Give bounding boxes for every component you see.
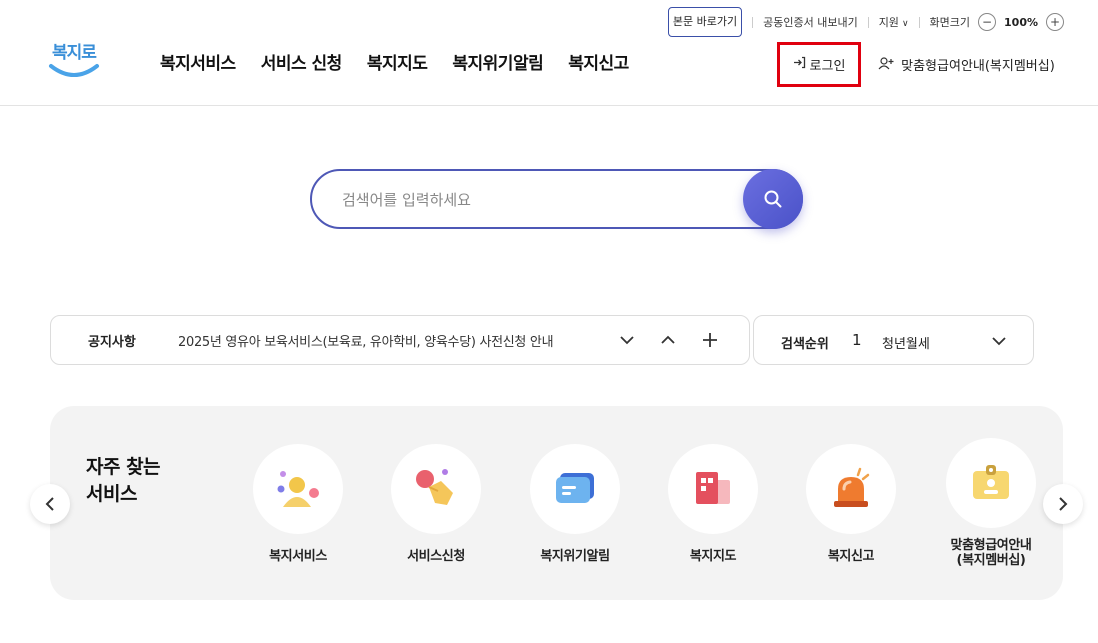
service-label: 복지서비스 <box>269 549 327 564</box>
add-user-icon <box>878 57 898 74</box>
search-button[interactable] <box>743 169 803 229</box>
nav-service-apply[interactable]: 서비스 신청 <box>261 49 343 74</box>
cert-export-link[interactable]: 공동인증서 내보내기 <box>763 14 858 30</box>
rank-number: 1 <box>852 331 862 349</box>
service-item-crisis-alert[interactable]: 복지위기알림 <box>515 444 635 564</box>
search-rank-bar: 검색순위 1 청년월세 <box>753 315 1034 365</box>
carousel-prev-button[interactable] <box>30 484 70 524</box>
skip-to-content-link[interactable]: 본문 바로가기 <box>667 7 743 37</box>
service-item-welfare[interactable]: 복지서비스 <box>238 444 358 564</box>
membership-link[interactable]: 맞춤형급여안내(복지멤버십) <box>878 55 1055 74</box>
rank-keyword[interactable]: 청년월세 <box>882 333 930 352</box>
chevron-down-icon <box>620 336 634 345</box>
zoom-in-button[interactable]: + <box>1046 13 1064 31</box>
chevron-left-icon <box>45 497 54 511</box>
utility-bar: 본문 바로가기 공동인증서 내보내기 지원 ∨ 화면크기 − 100% + <box>667 7 1064 37</box>
hand-icon <box>391 444 481 534</box>
notice-text[interactable]: 2025년 영유아 보육서비스(보육료, 유아학비, 양육수당) 사전신청 안내 <box>178 331 554 350</box>
title-line-2: 서비스 <box>86 483 137 505</box>
badge-icon <box>946 438 1036 528</box>
frequent-services-panel: 자주 찾는 서비스 복지서비스 서비스신청 복지위기알림 복지지도 복지신고 맞… <box>50 406 1063 600</box>
nav-welfare-service[interactable]: 복지서비스 <box>160 49 236 74</box>
search-box <box>310 169 803 229</box>
notice-more-button[interactable] <box>700 330 720 350</box>
rank-label: 검색순위 <box>781 337 829 352</box>
support-label: 지원 <box>878 16 899 29</box>
rank-expand-button[interactable] <box>991 331 1011 351</box>
service-item-map[interactable]: 복지지도 <box>653 444 773 564</box>
frequent-services-title: 자주 찾는 서비스 <box>86 454 161 508</box>
search-icon <box>764 190 782 208</box>
membership-label: 맞춤형급여안내(복지멤버십) <box>901 59 1055 74</box>
service-label: 복지지도 <box>689 549 737 564</box>
chevron-down-icon: ∨ <box>901 19 909 29</box>
service-label: 맞춤형급여안내 (복지멤버십) <box>950 538 1032 568</box>
site-logo[interactable]: 복지로 <box>48 38 100 82</box>
support-dropdown[interactable]: 지원 ∨ <box>879 14 909 30</box>
notice-prev-button[interactable] <box>658 330 678 350</box>
map-icon <box>668 444 758 534</box>
nav-welfare-report[interactable]: 복지신고 <box>568 49 629 74</box>
service-label: 복지신고 <box>827 549 875 564</box>
divider <box>867 16 869 28</box>
notice-bar: 공지사항 2025년 영유아 보육서비스(보육료, 유아학비, 양육수당) 사전… <box>50 315 750 365</box>
message-icon <box>530 444 620 534</box>
service-item-report[interactable]: 복지신고 <box>791 444 911 564</box>
login-label: 로그인 <box>809 59 846 74</box>
carousel-next-button[interactable] <box>1043 484 1083 524</box>
chevron-right-icon <box>1059 497 1068 511</box>
notice-next-button[interactable] <box>617 330 637 350</box>
service-label: 복지위기알림 <box>540 549 610 564</box>
nav-crisis-alert[interactable]: 복지위기알림 <box>452 49 543 74</box>
logo-smile-icon <box>49 64 99 77</box>
zoom-out-button[interactable]: − <box>978 13 997 31</box>
zoom-value: 100% <box>1004 15 1038 29</box>
notice-label: 공지사항 <box>88 334 136 350</box>
search-input[interactable] <box>342 188 722 212</box>
main-nav: 복지서비스 서비스 신청 복지지도 복지위기알림 복지신고 <box>160 49 629 74</box>
siren-icon <box>806 444 896 534</box>
person-icon <box>253 444 343 534</box>
service-item-apply[interactable]: 서비스신청 <box>376 444 496 564</box>
chevron-down-icon <box>992 337 1006 346</box>
service-label: 서비스신청 <box>407 549 465 564</box>
divider <box>918 16 920 28</box>
chevron-up-icon <box>661 335 675 344</box>
login-icon <box>793 56 806 73</box>
service-item-membership[interactable]: 맞춤형급여안내 (복지멤버십) <box>931 438 1051 568</box>
nav-welfare-map[interactable]: 복지지도 <box>367 49 428 74</box>
divider <box>752 16 754 28</box>
plus-icon <box>703 333 717 347</box>
zoom-label: 화면크기 <box>929 16 971 29</box>
title-line-1: 자주 찾는 <box>86 456 161 478</box>
login-button[interactable]: 로그인 <box>777 42 861 87</box>
